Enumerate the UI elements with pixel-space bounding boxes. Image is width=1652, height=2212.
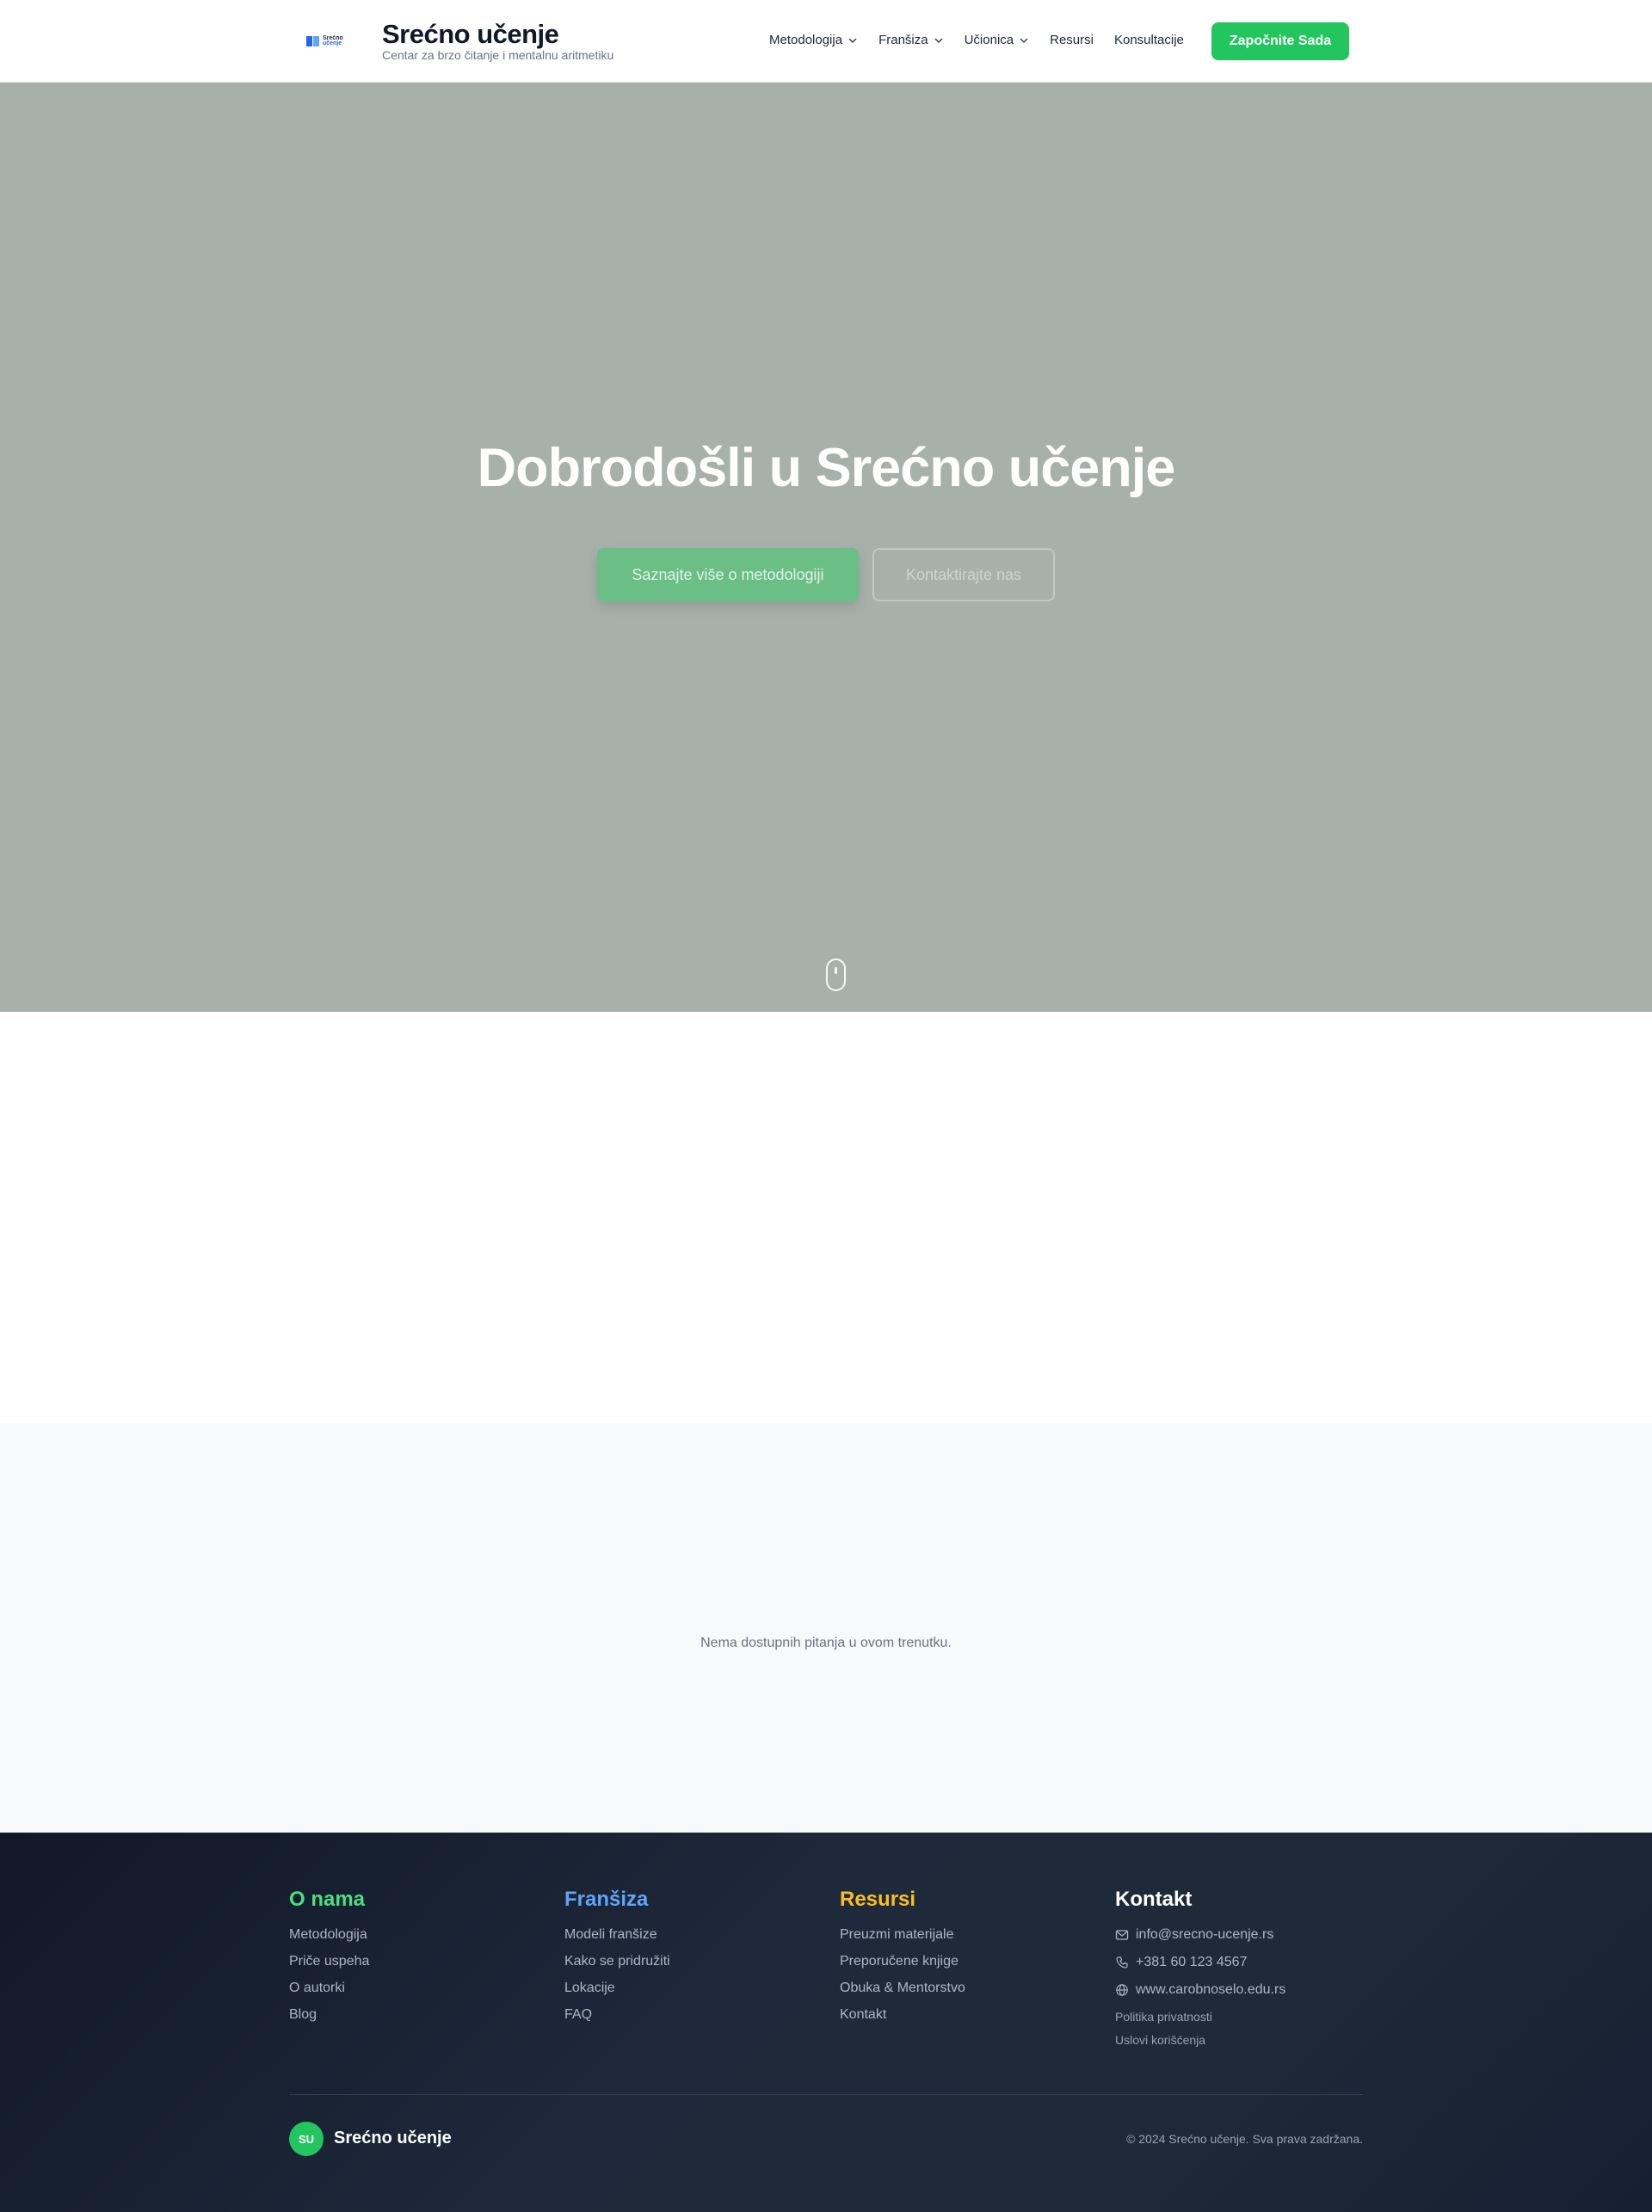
logo-text-2: učenje [323,40,342,46]
footer-column-franchise: Franšiza Modeli franšize Kako se pridruž… [564,1888,823,2034]
footer-logo-badge: SU [289,2122,324,2156]
footer-heading: Kontakt [1115,1888,1193,1911]
get-started-button[interactable]: Započnite Sada [1211,22,1349,60]
logo[interactable]: Srećno učenje [306,34,354,49]
nav-item-ucionica[interactable]: Učionica [965,33,1030,47]
contact-us-button[interactable]: Kontaktirajte nas [872,548,1055,601]
faq-section: Nema dostupnih pitanja u ovom trenutku. [0,1423,1652,1833]
nav-item-label: Resursi [1050,33,1094,47]
contact-phone[interactable]: +381 60 123 4567 [1115,1955,1373,1970]
footer-link[interactable]: O autorki [289,1981,547,1996]
nav-item-label: Franšiza [878,33,928,47]
mail-icon [1115,1930,1129,1940]
hero-title: Dobrodošli u Srećno učenje [477,438,1176,498]
nav-item-label: Konsultacije [1113,33,1184,47]
contact-email[interactable]: info@srecno-ucenje.rs [1115,1927,1373,1943]
terms-link[interactable]: Uslovi korišćenja [1115,2033,1373,2047]
nav-item-fransiza[interactable]: Franšiza [878,33,944,47]
nav-item-konsultacije[interactable]: Konsultacije [1114,33,1184,47]
site-footer: O nama Metodologija Priče uspeha O autor… [0,1833,1652,2212]
footer-link[interactable]: Blog [289,2007,547,2023]
footer-link[interactable]: Priče uspeha [289,1954,547,1969]
footer-link[interactable]: Lokacije [564,1981,823,1996]
contact-website[interactable]: www.carobnoselo.edu.rs [1115,1982,1373,1998]
scroll-mouse-icon[interactable] [826,958,846,991]
faq-empty-message: Nema dostupnih pitanja u ovom trenutku. [700,1636,952,1650]
footer-link[interactable]: Kako se pridružiti [564,1954,823,1969]
main-nav: Metodologija Franšiza Učionica Resursi K… [769,33,1205,47]
hero-section: Dobrodošli u Srećno učenje Saznajte više… [0,83,1652,1012]
nav-item-label: Metodologija [769,33,843,47]
footer-link[interactable]: Preporučene knjige [840,1954,1098,1969]
chevron-down-icon [934,37,943,43]
site-header: Srećno učenje Srećno učenje Centar za br… [0,0,1652,83]
nav-item-label: Učionica [964,33,1014,47]
nav-item-metodologija[interactable]: Metodologija [769,33,858,47]
footer-heading: Resursi [840,1888,916,1911]
contact-email-text: info@srecno-ucenje.rs [1136,1927,1274,1942]
footer-link[interactable]: Obuka & Mentorstvo [840,1981,1098,1996]
copyright-text: © 2024 Srećno učenje. Sva prava zadržana… [1126,2132,1363,2146]
brand-title[interactable]: Srećno učenje [382,19,559,50]
footer-heading: Franšiza [564,1888,649,1911]
contact-website-text: www.carobnoselo.edu.rs [1136,1982,1286,1997]
footer-divider [289,2094,1363,2095]
footer-link[interactable]: Kontakt [840,2007,1098,2023]
footer-link[interactable]: Metodologija [289,1927,547,1943]
footer-link[interactable]: Preuzmi materijale [840,1927,1098,1943]
footer-column-about: O nama Metodologija Priče uspeha O autor… [289,1888,547,2034]
learn-methodology-button[interactable]: Saznajte više o metodologiji [597,548,859,601]
footer-column-contact: Kontakt info@srecno-ucenje.rs +381 60 12… [1115,1888,1373,2056]
globe-icon [1116,1984,1128,1996]
footer-link[interactable]: Modeli franšize [564,1927,823,1943]
footer-heading: O nama [289,1888,366,1911]
privacy-policy-link[interactable]: Politika privatnosti [1115,2010,1373,2024]
footer-link[interactable]: FAQ [564,2007,823,2023]
contact-phone-text: +381 60 123 4567 [1136,1955,1248,1969]
nav-item-resursi[interactable]: Resursi [1050,33,1094,47]
phone-icon [1116,1956,1128,1969]
footer-brand: Srećno učenje [334,2129,452,2147]
book-icon [306,36,319,46]
footer-column-resources: Resursi Preuzmi materijale Preporučene k… [840,1888,1098,2034]
brand-subtitle: Centar za brzo čitanje i mentalnu aritme… [382,48,614,62]
chevron-down-icon [848,37,857,43]
chevron-down-icon [1020,37,1028,43]
